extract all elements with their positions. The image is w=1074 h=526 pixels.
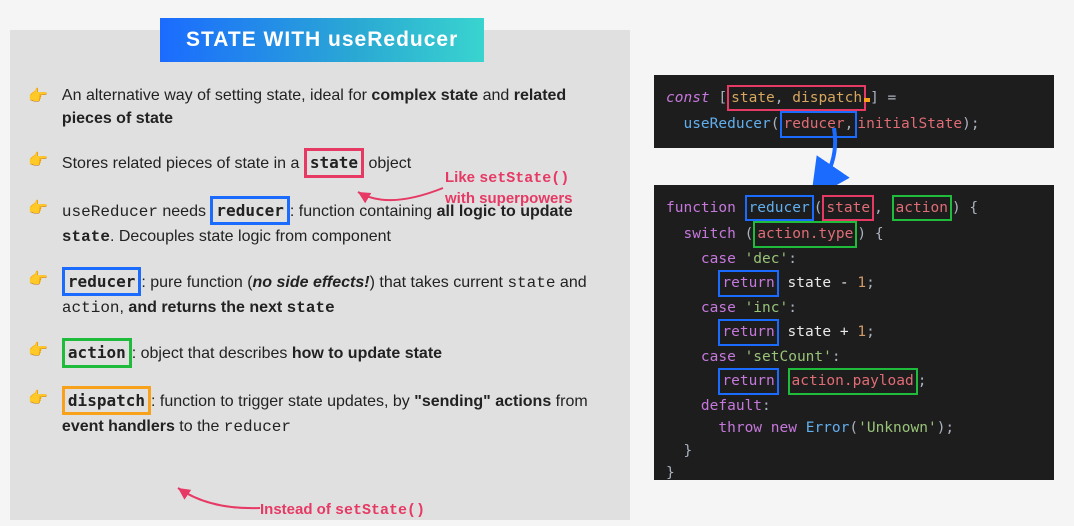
text: from — [551, 393, 587, 410]
keyword: case — [701, 349, 736, 365]
text: Stores related pieces of state in a — [62, 155, 304, 172]
arrow-down-icon — [804, 128, 864, 193]
text: and — [555, 274, 586, 291]
keyword: const — [666, 90, 710, 106]
keyword: throw — [718, 420, 762, 436]
class: Error — [806, 420, 850, 436]
code-text: setState() — [335, 502, 425, 519]
expr: action.payload — [792, 373, 914, 389]
text: : function containing — [290, 203, 437, 220]
highlight-reducer: reducer — [210, 196, 289, 225]
code-text: useReducer — [62, 203, 158, 221]
list-item: 👉 action: object that describes how to u… — [28, 338, 612, 367]
keyword: return — [722, 275, 774, 291]
list-item: 👉 dispatch: function to trigger state up… — [28, 386, 612, 439]
pointer-icon: 👉 — [28, 150, 48, 172]
bullet-text: dispatch: function to trigger state upda… — [62, 386, 612, 439]
text: : pure function ( — [141, 274, 252, 291]
text: needs — [158, 203, 210, 220]
left-panel: 👉 An alternative way of setting state, i… — [10, 30, 630, 520]
bullet-list: 👉 An alternative way of setting state, i… — [28, 84, 612, 439]
expr: action.type — [757, 226, 853, 242]
keyword: function — [666, 200, 736, 216]
code-text: state — [62, 228, 110, 246]
text: An alternative way of setting state, ide… — [62, 87, 372, 104]
string: 'inc' — [745, 300, 789, 316]
text: and — [478, 87, 514, 104]
keyword: case — [701, 300, 736, 316]
bold: "sending" actions — [414, 393, 551, 410]
highlight-reducer: reducer — [62, 267, 141, 296]
bullet-text: An alternative way of setting state, ide… — [62, 84, 612, 130]
fn-name: reducer — [749, 200, 810, 216]
code-text: reducer — [224, 418, 291, 436]
text: : object that describes — [132, 345, 292, 362]
code-text: state — [287, 299, 335, 317]
text: Like — [445, 169, 479, 186]
text: Instead of — [260, 501, 335, 518]
bold: complex state — [371, 87, 478, 104]
text: to the — [175, 418, 224, 435]
string: 'setCount' — [745, 349, 832, 365]
string: 'Unknown' — [858, 420, 937, 436]
pointer-icon: 👉 — [28, 269, 48, 291]
pointer-icon: 👉 — [28, 86, 48, 108]
bold: and returns the next — [128, 299, 286, 316]
keyword: return — [722, 373, 774, 389]
list-item: 👉 reducer: pure function (no side effect… — [28, 267, 612, 320]
keyword: switch — [683, 226, 735, 242]
code-snippet-reducer: function reducer(state, action) { switch… — [654, 185, 1054, 480]
text: with superpowers — [445, 190, 573, 207]
list-item: 👉 An alternative way of setting state, i… — [28, 84, 612, 130]
keyword: default — [701, 398, 762, 414]
highlight-action: action — [62, 338, 132, 367]
highlight-state: state — [304, 148, 364, 177]
text: . Decouples state logic from component — [110, 228, 391, 245]
fn-usereducer: useReducer — [683, 116, 770, 132]
param-state: state — [826, 200, 870, 216]
text: object — [364, 155, 411, 172]
string: 'dec' — [745, 251, 789, 267]
keyword: return — [722, 324, 774, 340]
title-banner: STATE WITH useReducer — [160, 18, 484, 62]
code-text: state — [507, 274, 555, 292]
arg-initialstate: initialState — [857, 116, 962, 132]
highlight-dispatch: dispatch — [62, 386, 151, 415]
italic: no side effects! — [253, 274, 370, 291]
code-text: action — [62, 299, 120, 317]
text: : function to trigger state updates, by — [151, 393, 414, 410]
bold: how to update state — [292, 345, 442, 362]
var-state: state — [731, 90, 775, 106]
keyword: new — [771, 420, 797, 436]
text: ) that takes current — [370, 274, 508, 291]
code-text: setState() — [479, 170, 569, 187]
keyword: case — [701, 251, 736, 267]
var-dispatch: dispatch — [792, 90, 862, 106]
param-action: action — [896, 200, 948, 216]
bullet-text: Stores related pieces of state in a stat… — [62, 148, 411, 177]
pointer-icon: 👉 — [28, 340, 48, 362]
bold: event handlers — [62, 418, 175, 435]
bullet-text: action: object that describes how to upd… — [62, 338, 442, 367]
pointer-icon: 👉 — [28, 388, 48, 410]
annotation-setstate: Like setState() with superpowers — [445, 168, 615, 208]
bullet-text: reducer: pure function (no side effects!… — [62, 267, 612, 320]
annotation-instead: Instead of setState() — [260, 500, 425, 521]
pointer-icon: 👉 — [28, 198, 48, 220]
